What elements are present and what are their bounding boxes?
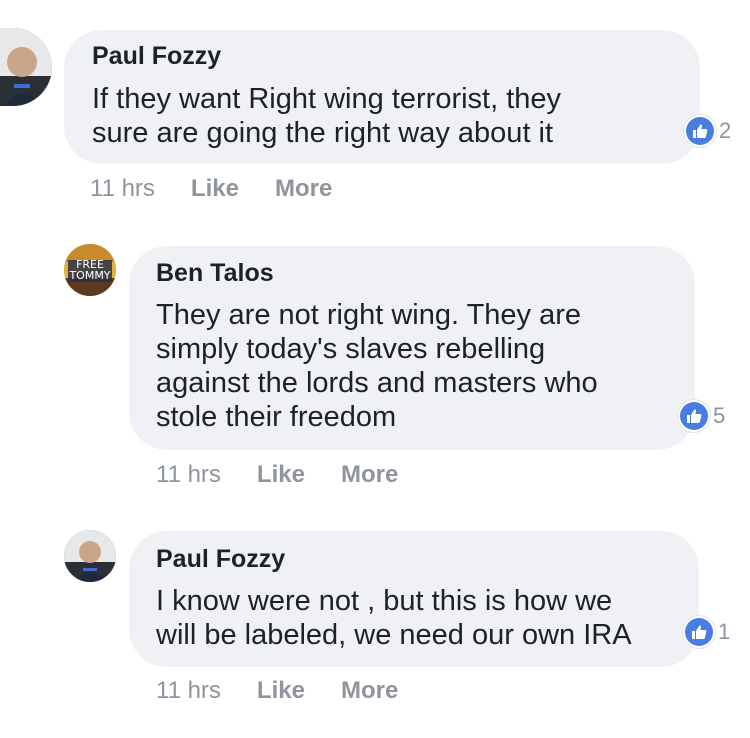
more-button[interactable]: More xyxy=(275,175,332,203)
comment-text-line: sure are going the right way about it xyxy=(92,117,554,149)
reaction-badge-inner xyxy=(680,402,708,430)
comment-text-line: against the lords and masters who xyxy=(156,367,598,399)
comment-text-line: I know were not , but this is how we xyxy=(156,585,613,617)
reaction-badge-inner xyxy=(686,117,714,145)
more-button[interactable]: More xyxy=(341,677,398,705)
reaction-count: 2 xyxy=(719,118,736,144)
thumbs-up-icon xyxy=(693,124,708,138)
reaction-count: 1 xyxy=(718,619,735,645)
comment-actions: 11 hrs Like More xyxy=(156,677,398,705)
comment-thread: Paul Fozzy If they want Right wing terro… xyxy=(0,0,750,738)
comment-text-line: If they want Right wing terrorist, they xyxy=(92,83,562,115)
comment-timestamp[interactable]: 11 hrs xyxy=(156,677,221,705)
comment-text: I know were not , but this is how we wil… xyxy=(156,584,632,652)
like-button[interactable]: Like xyxy=(257,461,305,489)
reaction-summary[interactable]: 1 xyxy=(683,615,735,649)
comment-author[interactable]: Paul Fozzy xyxy=(156,545,285,574)
comment-text-line: They are not right wing. They are xyxy=(156,299,582,331)
comment-text-line: stole their freedom xyxy=(156,401,397,433)
comment-text: They are not right wing. They are simply… xyxy=(156,298,598,434)
comment-actions: 11 hrs Like More xyxy=(156,461,398,489)
comment-author[interactable]: Ben Talos xyxy=(156,259,274,288)
avatar-photo xyxy=(0,28,52,106)
reaction-summary[interactable]: 5 xyxy=(678,399,730,433)
comment-actions: 11 hrs Like More xyxy=(90,175,332,203)
reaction-badge xyxy=(678,400,710,432)
thumbs-up-icon xyxy=(687,409,702,423)
reaction-badge-inner xyxy=(685,618,713,646)
comment-text-line: will be labeled, we need our own IRA xyxy=(156,619,632,651)
like-button[interactable]: Like xyxy=(257,677,305,705)
avatar[interactable] xyxy=(0,28,52,106)
reaction-count: 5 xyxy=(713,403,730,429)
avatar-caption: FREE TOMMY xyxy=(64,259,116,281)
like-button[interactable]: Like xyxy=(191,175,239,203)
more-button[interactable]: More xyxy=(341,461,398,489)
thumbs-up-icon xyxy=(692,625,707,639)
comment-text: If they want Right wing terrorist, they … xyxy=(92,82,561,150)
avatar-caption-line: TOMMY xyxy=(69,269,111,282)
comment-author[interactable]: Paul Fozzy xyxy=(92,42,221,71)
comment-timestamp[interactable]: 11 hrs xyxy=(156,461,221,489)
reaction-summary[interactable]: 2 xyxy=(684,114,736,148)
avatar-photo xyxy=(64,530,116,582)
comment-timestamp[interactable]: 11 hrs xyxy=(90,175,155,203)
comment-text-line: simply today's slaves rebelling xyxy=(156,333,546,365)
reaction-badge xyxy=(683,616,715,648)
avatar[interactable] xyxy=(64,530,116,582)
reaction-badge xyxy=(684,115,716,147)
